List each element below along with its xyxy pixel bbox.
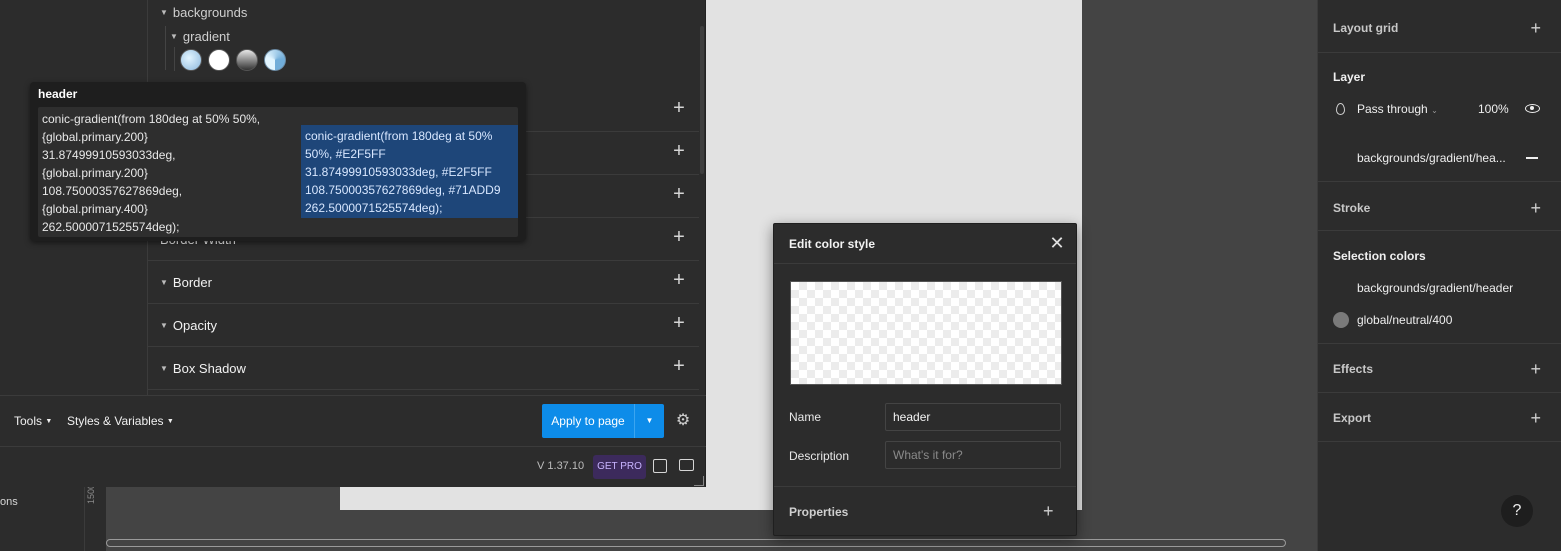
plus-icon[interactable]: +: [669, 98, 689, 118]
plus-icon[interactable]: +: [669, 184, 689, 204]
token-swatch[interactable]: [208, 49, 230, 71]
tree-guide-line: [165, 26, 166, 70]
selection-color-item[interactable]: backgrounds/gradient/header: [1357, 281, 1513, 295]
remove-fill-minus-icon[interactable]: [1526, 157, 1538, 159]
plugin-scrollbar[interactable]: [700, 26, 704, 174]
token-swatch-header[interactable]: [264, 49, 286, 71]
tree-guide-line: [174, 47, 175, 71]
tree-group-label: gradient: [182, 29, 230, 44]
tooltip-title: header: [38, 87, 78, 101]
section-title: Selection colors: [1333, 249, 1426, 263]
name-label: Name: [789, 410, 822, 424]
section-title: Effects: [1333, 362, 1374, 376]
property-row-box-shadow[interactable]: ▼ Box Shadow +: [148, 347, 699, 390]
property-row-border[interactable]: ▼ Border +: [148, 261, 699, 304]
tree-group-gradient[interactable]: ▼ gradient: [170, 29, 230, 44]
section-title: Export: [1333, 411, 1372, 425]
visibility-eye-icon[interactable]: [1525, 104, 1540, 113]
selection-color-item[interactable]: global/neutral/400: [1357, 313, 1452, 327]
plus-icon[interactable]: +: [1530, 19, 1541, 37]
caret-down-icon: ▼: [170, 32, 178, 41]
property-label: ▼ Border: [160, 275, 212, 290]
export-section: Export +: [1317, 393, 1561, 442]
apply-options-dropdown[interactable]: ▼: [634, 404, 664, 438]
color-preview: [790, 281, 1062, 385]
property-row-opacity[interactable]: ▼ Opacity +: [148, 304, 699, 347]
apply-to-page-button[interactable]: Apply to page: [542, 404, 634, 438]
description-input[interactable]: [885, 441, 1061, 469]
plus-icon[interactable]: +: [1043, 502, 1054, 520]
blend-mode-select[interactable]: Pass through ⌄: [1357, 102, 1438, 116]
tree-group-label: backgrounds: [172, 5, 248, 20]
tooltip-raw-value: conic-gradient(from 180deg at 50% 50%, {…: [42, 112, 261, 234]
description-label: Description: [789, 449, 850, 463]
section-title: Layer: [1333, 70, 1366, 84]
section-title: Layout grid: [1333, 21, 1399, 35]
tools-menu[interactable]: Tools ▼: [14, 414, 52, 428]
plus-icon[interactable]: +: [669, 227, 689, 247]
property-label: ▼ Box Shadow: [160, 361, 246, 376]
properties-label: Properties: [789, 505, 849, 519]
help-button[interactable]: ?: [1501, 495, 1533, 527]
settings-gear-icon[interactable]: ⚙: [674, 412, 692, 430]
caret-down-icon: ▼: [160, 278, 168, 287]
property-label: ▼ Opacity: [160, 318, 217, 333]
close-icon[interactable]: ✕: [1048, 234, 1066, 252]
layer-opacity-input[interactable]: 100%: [1478, 102, 1509, 116]
token-swatch[interactable]: [180, 49, 202, 71]
tooltip-resolved-value: conic-gradient(from 180deg at 50% 50%, #…: [301, 125, 518, 218]
feedback-chat-icon[interactable]: [679, 459, 694, 471]
caret-down-icon: ▼: [160, 321, 168, 330]
styles-variables-menu[interactable]: Styles & Variables ▼: [67, 414, 174, 428]
fill-style-name[interactable]: backgrounds/gradient/hea...: [1357, 151, 1506, 165]
plus-icon[interactable]: +: [669, 270, 689, 290]
section-title: Stroke: [1333, 201, 1371, 215]
blend-drop-icon: [1336, 103, 1345, 115]
divider: [774, 486, 1076, 487]
plus-icon[interactable]: +: [1530, 409, 1541, 427]
plus-icon[interactable]: +: [669, 141, 689, 161]
layers-panel-label: ons: [0, 496, 18, 508]
version-label: V 1.37.10: [537, 460, 585, 472]
docs-book-icon[interactable]: [653, 459, 667, 473]
plus-icon[interactable]: +: [1530, 199, 1541, 217]
dialog-title: Edit color style: [789, 237, 876, 251]
resize-grip-icon[interactable]: [694, 476, 704, 486]
caret-down-icon: ▼: [166, 418, 174, 425]
caret-down-icon: ▼: [160, 8, 168, 17]
stroke-section: Stroke +: [1317, 182, 1561, 231]
token-swatch[interactable]: [236, 49, 258, 71]
get-pro-button[interactable]: GET PRO: [593, 455, 646, 479]
plus-icon[interactable]: +: [669, 313, 689, 333]
plus-icon[interactable]: +: [669, 356, 689, 376]
caret-down-icon: ▼: [160, 364, 168, 373]
style-name-input[interactable]: [885, 403, 1061, 431]
divider: [774, 263, 1076, 264]
plus-icon[interactable]: +: [1530, 360, 1541, 378]
color-swatch[interactable]: [1333, 312, 1349, 328]
tree-group-backgrounds[interactable]: ▼ backgrounds: [160, 5, 247, 20]
chevron-down-icon: ⌄: [1431, 106, 1438, 115]
horizontal-scrollbar[interactable]: [106, 539, 1286, 547]
layout-grid-section: Layout grid +: [1317, 0, 1561, 53]
caret-down-icon: ▼: [45, 418, 53, 425]
effects-section: Effects +: [1317, 344, 1561, 393]
